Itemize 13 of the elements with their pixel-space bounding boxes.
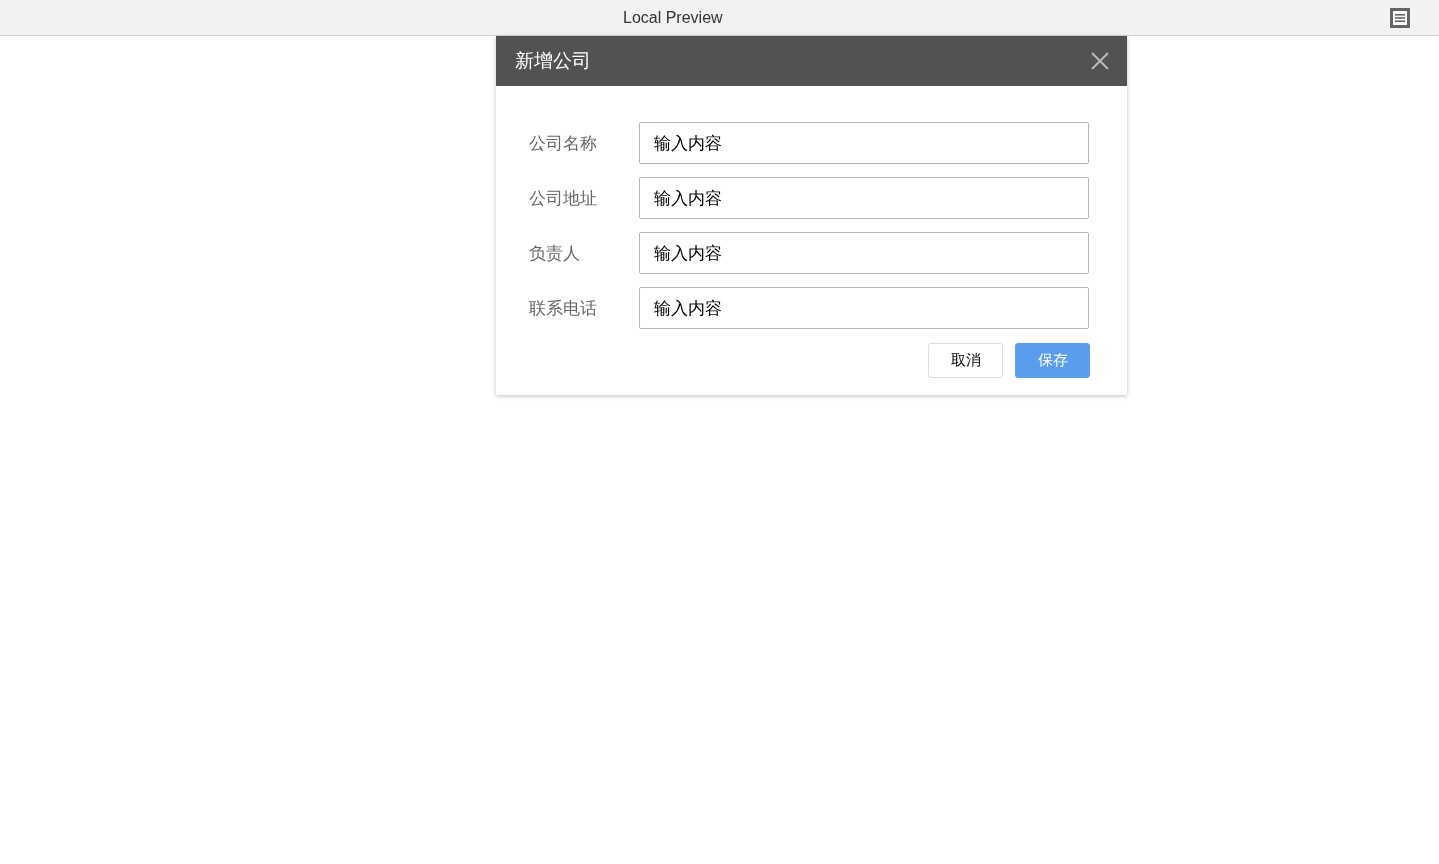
window-title: Local Preview [623,8,723,27]
close-icon[interactable] [1091,52,1109,70]
input-field[interactable]: 输入内容 [639,287,1089,329]
input-field[interactable]: 输入内容 [639,122,1089,164]
field-label: 公司地址 [529,186,598,210]
field-label: 联系电话 [529,296,598,320]
menu-icon[interactable] [1390,7,1410,28]
input-field[interactable]: 输入内容 [639,232,1089,274]
field-label: 负责人 [529,241,581,265]
field-label: 公司名称 [529,131,598,155]
input-field[interactable]: 输入内容 [639,177,1089,219]
cancel-button[interactable]: 取消 [928,343,1003,378]
dialog-title: 新增公司 [515,48,591,73]
